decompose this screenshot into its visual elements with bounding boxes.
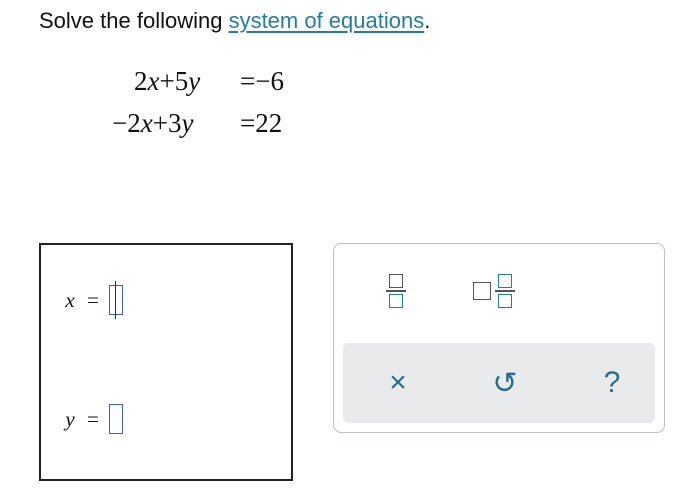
answer-row-x: x = [61, 281, 123, 319]
fraction-bar-icon [386, 290, 406, 292]
var-x: x [147, 66, 160, 96]
undo-icon: ↺ [492, 366, 518, 400]
answer-var-y: y [65, 406, 75, 431]
answer-var-x: x [65, 287, 75, 312]
numerator-box-icon [498, 274, 512, 288]
question-prompt: Solve the following system of equations. [39, 6, 430, 36]
var-x: x [140, 108, 153, 138]
equation-1-rhs: =−6 [240, 66, 284, 96]
answer-equals: = [87, 287, 99, 312]
mixed-number-button[interactable] [466, 266, 522, 316]
coef: +3 [152, 108, 182, 138]
coef: +5 [159, 66, 189, 96]
whole-box-icon [473, 282, 491, 300]
fraction-button[interactable] [378, 266, 414, 316]
math-toolbar: × ↺ ? [333, 243, 665, 433]
denominator-box-icon [498, 294, 512, 308]
text-caret [114, 286, 116, 314]
action-bar: × ↺ ? [343, 343, 655, 423]
var-y: y [188, 66, 201, 96]
var-y: y [181, 108, 194, 138]
answer-equals: = [87, 406, 99, 431]
answer-row-y: y = [61, 404, 123, 434]
numerator-box-icon [389, 274, 403, 288]
prompt-text: Solve the following [39, 8, 229, 33]
mixed-fraction-icon [495, 274, 515, 308]
question-icon: ? [603, 366, 621, 399]
answer-box: x = y = [39, 243, 293, 481]
denominator-box-icon [389, 294, 403, 308]
equation-2-rhs: =22 [240, 108, 283, 138]
clear-button[interactable]: × [378, 363, 418, 403]
coef: −2 [112, 108, 141, 138]
help-button[interactable]: ? [592, 363, 632, 403]
coef: 2 [134, 66, 148, 96]
x-answer-input[interactable] [108, 281, 123, 319]
prompt-period: . [424, 8, 431, 33]
y-answer-input[interactable] [108, 404, 123, 434]
close-icon: × [389, 366, 407, 399]
system-of-equations-link[interactable]: system of equations [229, 8, 425, 33]
fraction-bar-icon [495, 290, 515, 292]
undo-button[interactable]: ↺ [485, 363, 525, 403]
